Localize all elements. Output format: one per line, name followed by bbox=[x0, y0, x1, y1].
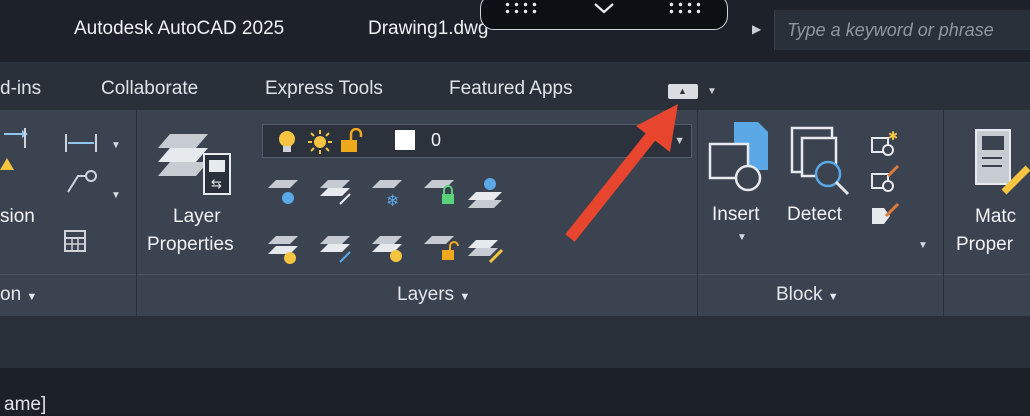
panel-separator bbox=[697, 110, 698, 316]
panel-separator bbox=[943, 110, 944, 316]
ribbon-minimize-button[interactable]: ▲ bbox=[668, 84, 698, 99]
viewport-label[interactable]: ame] bbox=[4, 394, 46, 416]
file-tabs-bar bbox=[0, 316, 1030, 368]
drag-dots-icon bbox=[503, 1, 539, 15]
block-tools-icons: ✱ bbox=[871, 130, 900, 224]
annotation-panel-label: on bbox=[0, 284, 22, 305]
attributes-dropdown-icon[interactable]: ▼ bbox=[918, 240, 928, 251]
triangle-up-icon: ▲ bbox=[678, 86, 687, 96]
layer-freeze-icon: ❄ bbox=[372, 180, 402, 210]
svg-text:⇆: ⇆ bbox=[211, 177, 222, 192]
edit-attributes-icon bbox=[872, 202, 900, 224]
layer-properties-icon[interactable]: ⇆ bbox=[158, 126, 238, 200]
layer-match-icon bbox=[320, 180, 351, 205]
layer-color-swatch bbox=[395, 130, 415, 150]
dimension-icon[interactable] bbox=[0, 128, 30, 172]
layers-panel-label: Layers bbox=[397, 284, 455, 305]
svg-text:✱: ✱ bbox=[888, 130, 898, 143]
insert-dropdown-icon[interactable]: ▼ bbox=[737, 232, 747, 243]
tab-featured-apps[interactable]: Featured Apps bbox=[449, 78, 573, 100]
document-title: Drawing1.dwg bbox=[368, 18, 489, 39]
layer-unlock-icon bbox=[424, 236, 459, 260]
annotation-panel-title[interactable]: on ▼ bbox=[0, 284, 37, 306]
current-layer-name: 0 bbox=[431, 130, 442, 150]
detect-block-icon[interactable] bbox=[788, 124, 854, 196]
layer-merge-icon bbox=[468, 240, 504, 264]
table-icon[interactable] bbox=[64, 230, 86, 252]
annotation-arrow bbox=[565, 104, 678, 242]
tab-express-tools[interactable]: Express Tools bbox=[265, 78, 383, 100]
insert-block-icon[interactable] bbox=[706, 122, 776, 196]
create-block-icon: ✱ bbox=[871, 130, 898, 156]
window-handle-pill[interactable] bbox=[480, 0, 728, 30]
panel-expand-icon: ▼ bbox=[827, 291, 839, 303]
layers-panel-title[interactable]: Layers ▼ bbox=[397, 284, 470, 306]
layer-on-icon bbox=[268, 236, 298, 264]
svg-text:❄: ❄ bbox=[386, 191, 399, 210]
leader-dropdown-icon[interactable]: ▼ bbox=[111, 190, 121, 201]
match-properties-icon[interactable] bbox=[972, 126, 1030, 196]
chevron-down-icon[interactable] bbox=[593, 1, 615, 15]
layer-off-icon bbox=[268, 180, 298, 204]
dimension-label[interactable]: sion bbox=[0, 206, 35, 228]
ribbon-tabs: d-ins Collaborate Express Tools Featured… bbox=[0, 62, 1030, 110]
unlock-icon bbox=[341, 128, 363, 152]
match-properties-label-2[interactable]: Proper bbox=[956, 234, 1013, 256]
panel-expand-icon: ▼ bbox=[26, 291, 38, 303]
layer-lock-icon bbox=[424, 180, 454, 204]
layer-previous-icon bbox=[320, 236, 351, 263]
layer-tools-row-2 bbox=[268, 236, 504, 264]
ribbon-panel-area: sion ▼ ▼ on ▼ ⇆ Layer Properties 0 ▼ ❄ L… bbox=[0, 110, 1030, 316]
sun-icon bbox=[308, 130, 332, 154]
panel-separator bbox=[136, 110, 137, 316]
drag-dots-icon bbox=[667, 1, 703, 15]
lightbulb-icon bbox=[279, 131, 295, 152]
search-placeholder: Type a keyword or phrase bbox=[787, 20, 994, 40]
layer-thaw-icon bbox=[372, 236, 402, 262]
tab-collaborate[interactable]: Collaborate bbox=[101, 78, 198, 100]
block-panel-label: Block bbox=[776, 284, 823, 305]
detect-label[interactable]: Detect bbox=[787, 204, 842, 226]
layer-isolate-icon bbox=[468, 178, 502, 208]
layer-properties-label-2[interactable]: Properties bbox=[147, 234, 234, 256]
panel-expand-icon: ▼ bbox=[459, 291, 471, 303]
app-title: Autodesk AutoCAD 2025 bbox=[74, 18, 285, 39]
search-expand-icon[interactable]: ▶ bbox=[752, 22, 761, 36]
layer-properties-label[interactable]: Layer bbox=[173, 206, 221, 228]
linear-dimension-icon[interactable] bbox=[64, 132, 98, 154]
tab-add-ins[interactable]: d-ins bbox=[0, 78, 41, 100]
minimize-options-icon[interactable]: ▼ bbox=[707, 86, 717, 97]
match-properties-label[interactable]: Matc bbox=[975, 206, 1016, 228]
dimension-dropdown-icon[interactable]: ▼ bbox=[111, 140, 121, 151]
search-input[interactable]: Type a keyword or phrase bbox=[774, 10, 1030, 50]
edit-block-icon bbox=[871, 164, 900, 192]
leader-icon[interactable] bbox=[64, 166, 98, 194]
insert-label[interactable]: Insert bbox=[712, 204, 760, 226]
panel-footer-divider bbox=[0, 274, 1030, 275]
drawing-area bbox=[0, 368, 1030, 414]
layer-tools-row-1: ❄ bbox=[268, 178, 502, 210]
block-panel-title[interactable]: Block ▼ bbox=[776, 284, 839, 306]
